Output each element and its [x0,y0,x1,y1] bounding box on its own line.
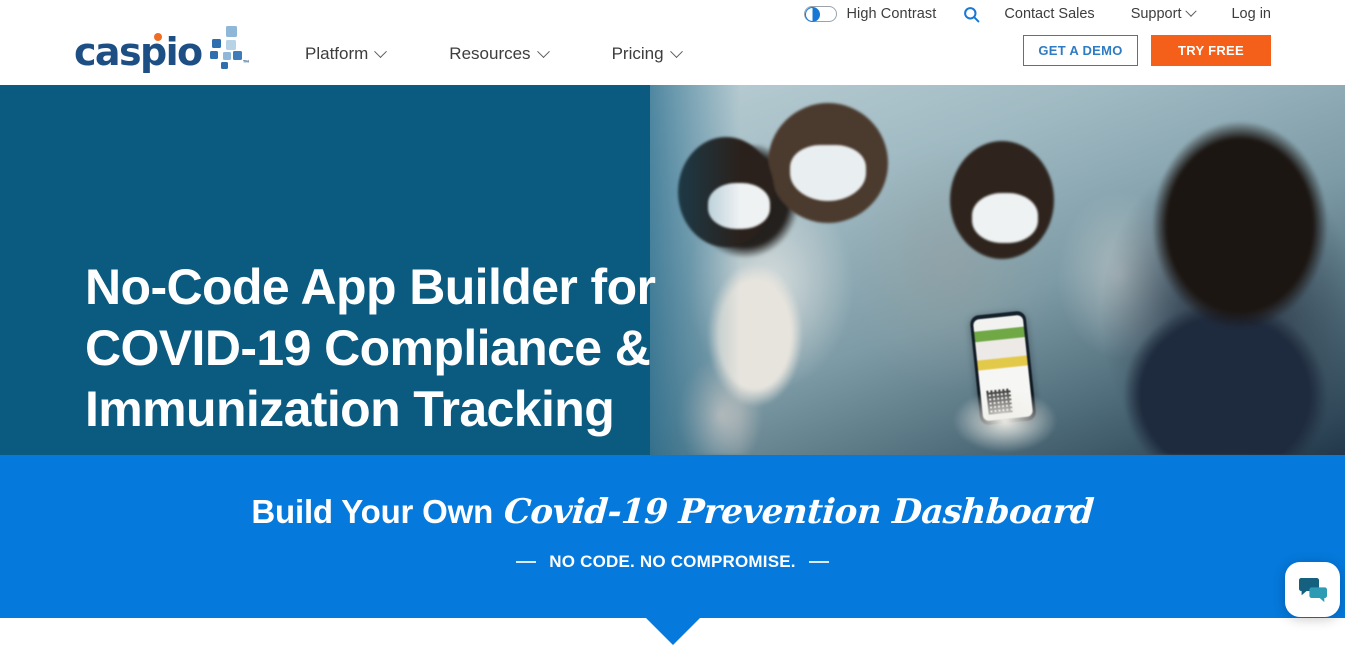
hero-title-line-3: Immunization Tracking [85,381,615,437]
hero-face-mask [790,145,866,201]
utility-bar: High Contrast Contact Sales Support Log … [804,0,1345,28]
search-button[interactable] [958,1,984,27]
promo-title-script: Covid-19 Prevention Dashboard [502,492,1096,532]
hero-section: No-Code App Builder for COVID-19 Complia… [0,85,1345,455]
promo-band: Build Your Own Covid-19 Prevention Dashb… [0,455,1345,645]
site-header: High Contrast Contact Sales Support Log … [0,0,1345,85]
main-navigation: Platform Resources Pricing [305,44,745,64]
promo-title-plain: Build Your Own [251,493,494,530]
hero-title-line-1: No-Code App Builder for [85,259,656,315]
try-free-button[interactable]: TRY FREE [1151,35,1271,66]
get-a-demo-button[interactable]: GET A DEMO [1023,35,1138,66]
high-contrast-toggle[interactable]: High Contrast [804,6,936,22]
hero-photo [650,85,1345,455]
support-menu[interactable]: Support [1130,5,1198,22]
promo-band-subtitle: NO CODE. NO COMPROMISE. [516,552,829,572]
nav-item-pricing[interactable]: Pricing [611,44,683,64]
dash-left-icon [516,561,537,563]
logo-squares-icon [208,26,242,69]
chevron-down-icon [1185,5,1198,17]
hero-gloved-hand [950,385,1080,455]
header-cta-group: GET A DEMO TRY FREE [1023,35,1271,66]
chevron-down-icon [374,44,388,58]
promo-subtitle-text: NO CODE. NO COMPROMISE. [549,552,796,571]
search-icon [964,6,980,22]
hero-copy: No-Code App Builder for COVID-19 Complia… [85,257,656,440]
nav-label-resources: Resources [449,44,531,63]
logo-text: caspio [74,30,203,75]
high-contrast-switch[interactable] [804,6,838,22]
nav-label-pricing: Pricing [611,44,664,63]
promo-band-title: Build Your Own Covid-19 Prevention Dashb… [251,492,1096,532]
support-label: Support [1130,6,1182,22]
nav-item-resources[interactable]: Resources [449,44,550,64]
contrast-knob-icon [805,6,821,22]
contact-sales-link[interactable]: Contact Sales [1004,6,1094,22]
chat-widget-button[interactable] [1285,562,1340,617]
dash-right-icon [808,561,829,563]
logo-trademark: ™ [242,60,250,67]
chevron-down-icon [669,44,683,58]
nav-item-platform[interactable]: Platform [305,44,388,64]
contact-sales-label: Contact Sales [1004,6,1095,22]
logo-orange-dot-icon [154,33,162,42]
caspio-logo[interactable]: caspio ™ [74,26,250,71]
chevron-down-icon [536,44,550,58]
high-contrast-label: High Contrast [846,6,937,22]
chat-bubbles-icon [1298,577,1327,602]
hero-title: No-Code App Builder for COVID-19 Complia… [85,257,656,440]
login-link[interactable]: Log in [1231,6,1271,22]
login-label: Log in [1231,6,1271,22]
logo-wordmark: caspio [74,33,203,71]
hero-face-mask [972,193,1038,243]
nav-label-platform: Platform [305,44,369,63]
hero-title-line-2: COVID-19 Compliance & [85,320,651,376]
scroll-down-notch-icon[interactable] [645,618,700,645]
